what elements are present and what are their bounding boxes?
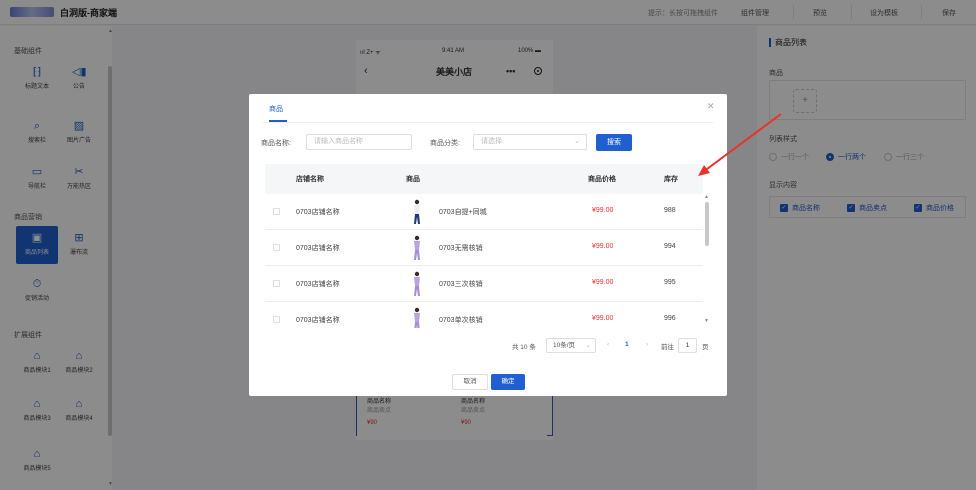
arrow-head <box>698 165 710 176</box>
annotation-arrow <box>698 113 782 176</box>
arrow-line <box>702 113 782 173</box>
